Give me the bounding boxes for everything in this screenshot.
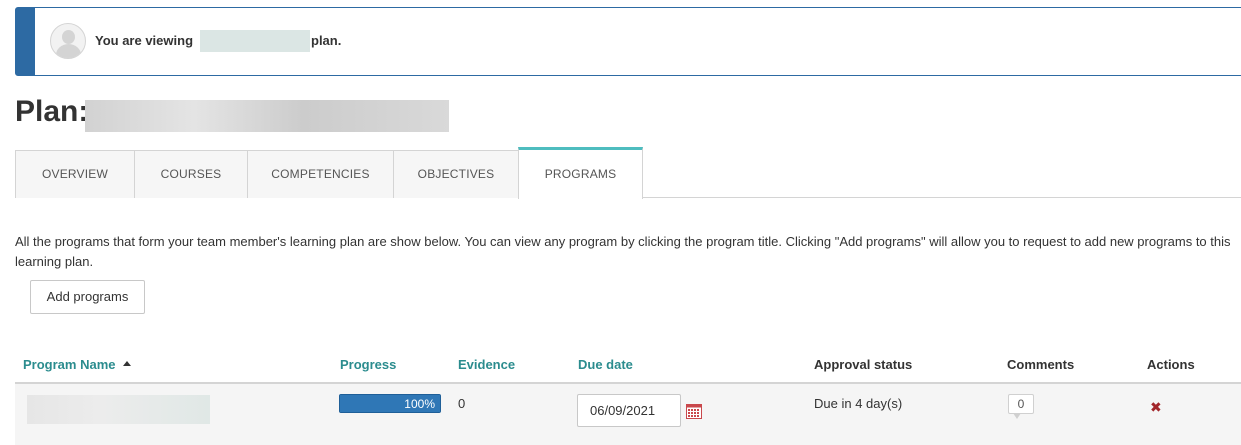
column-header-evidence[interactable]: Evidence <box>458 357 515 372</box>
column-header-approval-status: Approval status <box>814 357 913 372</box>
redacted-user-name <box>200 30 310 52</box>
due-date-input[interactable] <box>577 394 681 427</box>
progress-label: 100% <box>404 397 435 411</box>
plan-tabs: OVERVIEW COURSES COMPETENCIES OBJECTIVES… <box>15 147 1241 199</box>
notification-banner: You are viewing plan. <box>15 7 1241 76</box>
column-header-comments: Comments <box>1007 357 1075 372</box>
evidence-count: 0 <box>458 396 466 411</box>
tab-programs[interactable]: PROGRAMS <box>518 147 643 199</box>
tab-competencies[interactable]: COMPETENCIES <box>247 150 394 198</box>
user-avatar-icon <box>50 23 86 59</box>
column-header-program-name-label: Program Name <box>23 357 116 372</box>
redacted-program-name-link[interactable] <box>27 395 210 424</box>
column-header-due-date[interactable]: Due date <box>578 357 633 372</box>
calendar-icon[interactable] <box>686 403 702 419</box>
approval-status: Due in 4 day(s) <box>814 396 903 411</box>
tab-overview[interactable]: OVERVIEW <box>15 150 135 198</box>
redacted-plan-name <box>85 100 449 132</box>
page-title: Plan: <box>15 95 89 128</box>
banner-message-suffix: plan. <box>311 33 342 48</box>
add-programs-button[interactable]: Add programs <box>30 280 145 314</box>
comment-bubble-icon[interactable]: 0 <box>1008 394 1034 419</box>
column-header-progress[interactable]: Progress <box>340 357 396 372</box>
progress-bar: 100% <box>339 394 441 413</box>
column-header-program-name[interactable]: Program Name <box>23 357 132 372</box>
column-header-actions: Actions <box>1147 357 1195 372</box>
programs-description: All the programs that form your team mem… <box>15 234 1231 269</box>
sort-ascending-icon <box>123 361 132 366</box>
tab-courses[interactable]: COURSES <box>134 150 248 198</box>
banner-message-prefix: You are viewing <box>95 33 194 48</box>
delete-x-icon[interactable]: ✖ <box>1150 399 1162 416</box>
tab-objectives[interactable]: OBJECTIVES <box>393 150 519 198</box>
